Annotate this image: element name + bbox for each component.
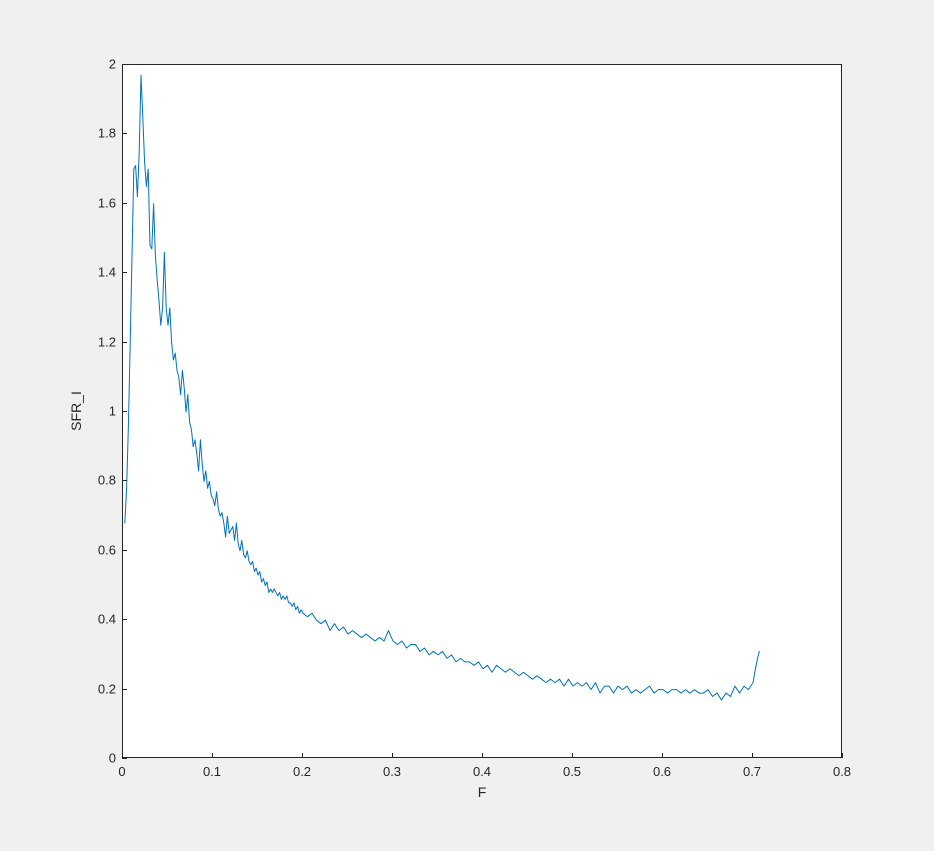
y-tick-label: 0.6 xyxy=(94,542,116,557)
y-tick-mark xyxy=(122,550,127,551)
x-tick-label: 0.4 xyxy=(473,764,491,779)
x-tick-mark xyxy=(752,753,753,758)
y-tick-label: 2 xyxy=(94,57,116,72)
y-tick-mark xyxy=(122,758,127,759)
data-line xyxy=(125,75,760,700)
y-tick-mark xyxy=(122,272,127,273)
x-tick-mark xyxy=(392,753,393,758)
x-tick-mark xyxy=(482,753,483,758)
y-tick-mark xyxy=(122,133,127,134)
x-tick-label: 0.1 xyxy=(203,764,221,779)
x-tick-mark xyxy=(662,753,663,758)
y-tick-mark xyxy=(122,619,127,620)
y-tick-label: 1 xyxy=(94,404,116,419)
x-tick-label: 0.2 xyxy=(293,764,311,779)
x-tick-label: 0.7 xyxy=(743,764,761,779)
x-tick-mark xyxy=(572,753,573,758)
x-tick-label: 0.6 xyxy=(653,764,671,779)
y-tick-label: 0 xyxy=(94,751,116,766)
y-tick-label: 0.8 xyxy=(94,473,116,488)
x-tick-label: 0.8 xyxy=(833,764,851,779)
y-tick-label: 0.2 xyxy=(94,681,116,696)
y-tick-label: 1.8 xyxy=(94,126,116,141)
x-tick-mark xyxy=(842,753,843,758)
y-tick-label: 0.4 xyxy=(94,612,116,627)
y-tick-label: 1.2 xyxy=(94,334,116,349)
y-tick-mark xyxy=(122,342,127,343)
y-tick-label: 1.6 xyxy=(94,195,116,210)
y-tick-mark xyxy=(122,689,127,690)
y-tick-mark xyxy=(122,203,127,204)
axes-area xyxy=(122,64,842,758)
y-tick-mark xyxy=(122,411,127,412)
x-tick-label: 0 xyxy=(118,764,125,779)
y-tick-mark xyxy=(122,480,127,481)
x-tick-mark xyxy=(302,753,303,758)
y-tick-mark xyxy=(122,64,127,65)
x-tick-label: 0.3 xyxy=(383,764,401,779)
plot-svg xyxy=(123,65,843,759)
x-tick-mark xyxy=(212,753,213,758)
y-axis-label: SFR_I xyxy=(68,391,84,431)
x-tick-label: 0.5 xyxy=(563,764,581,779)
y-tick-label: 1.4 xyxy=(94,265,116,280)
x-axis-label: F xyxy=(478,784,487,800)
